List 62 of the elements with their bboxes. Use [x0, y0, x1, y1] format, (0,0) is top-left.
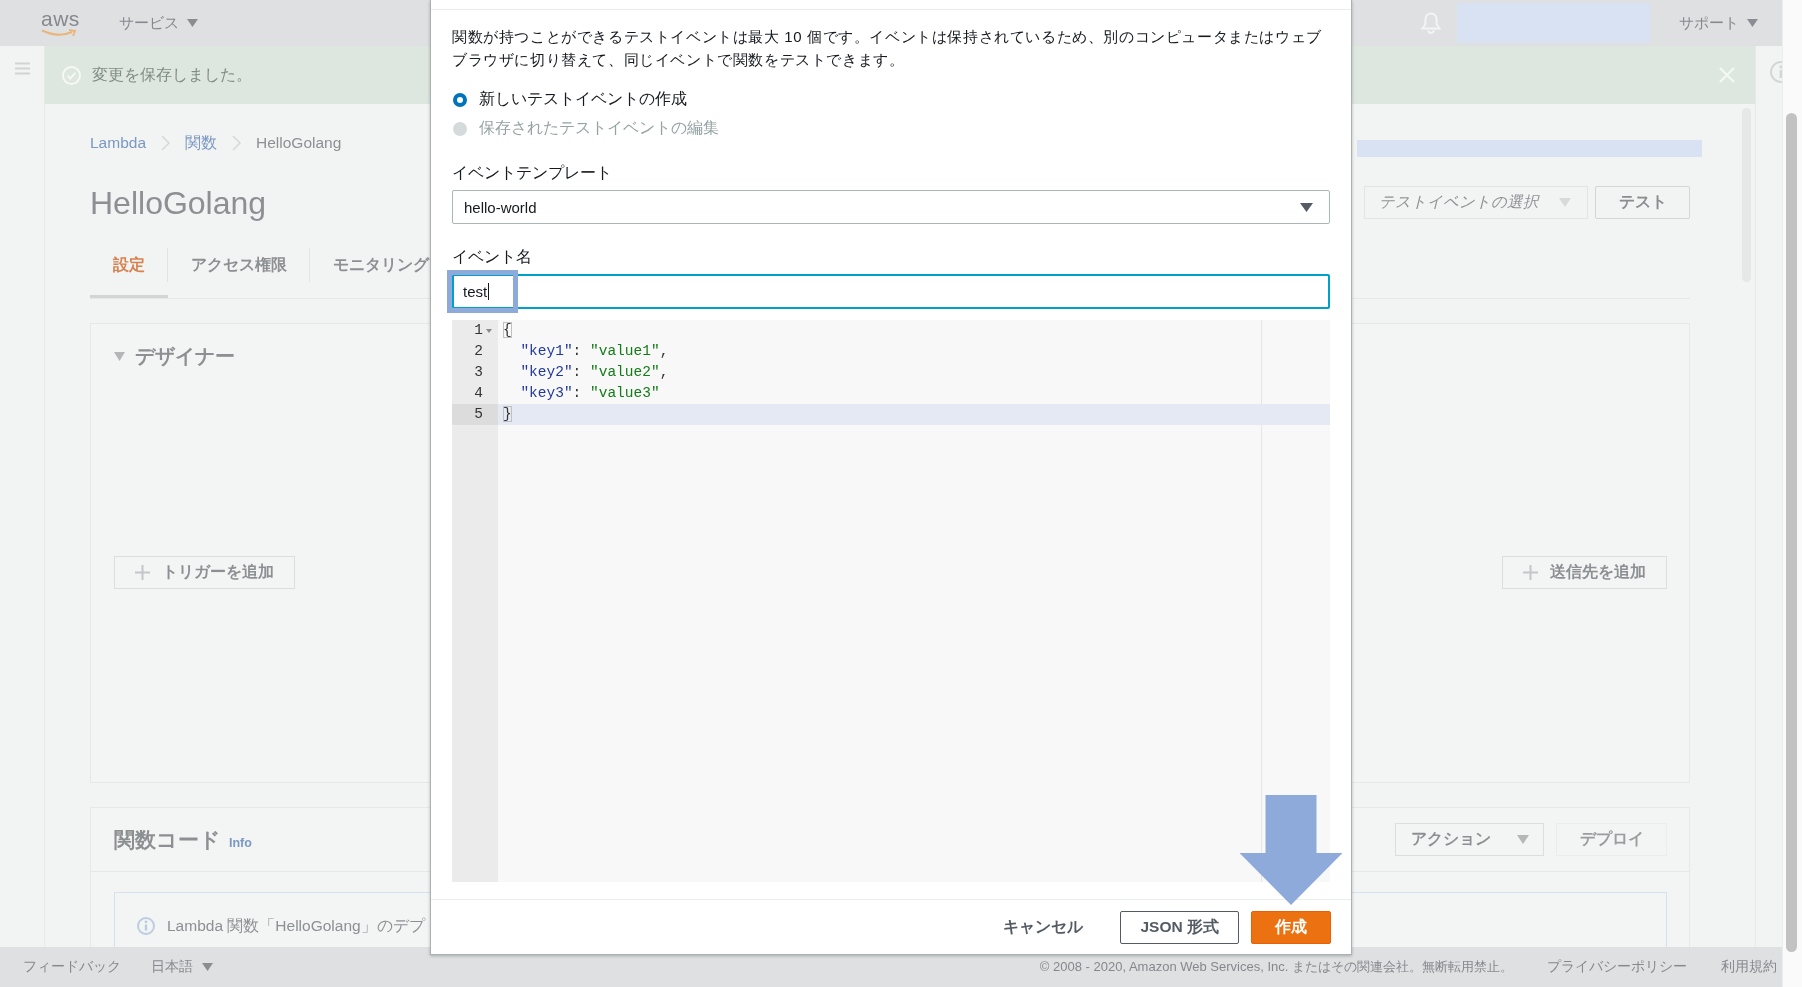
- text-cursor-icon: [488, 283, 490, 300]
- caret-down-icon: [1300, 202, 1313, 212]
- code-line: "key2": "value2",: [520, 363, 669, 382]
- test-button[interactable]: テスト: [1595, 186, 1690, 219]
- info-icon: [137, 917, 155, 935]
- tab[interactable]: モニタリング: [310, 248, 452, 298]
- footer-link[interactable]: プライバシーポリシー: [1547, 958, 1687, 976]
- add-destination-button[interactable]: 送信先を追加: [1502, 556, 1667, 589]
- fold-caret-icon[interactable]: [486, 328, 492, 333]
- radio-button[interactable]: [453, 92, 467, 107]
- plus-icon: [1523, 565, 1538, 580]
- code-line: {: [503, 321, 512, 340]
- caret-down-icon: [1559, 198, 1571, 207]
- caret-down-icon: [1747, 19, 1758, 27]
- cancel-link[interactable]: キャンセル: [1003, 917, 1084, 938]
- breadcrumb-current: HelloGolang: [256, 134, 342, 152]
- caret-down-icon: [186, 19, 198, 27]
- feedback-link[interactable]: フィードバック: [23, 958, 121, 976]
- panel-title: デザイナー: [135, 345, 235, 367]
- test-event-select[interactable]: テストイベントの選択: [1364, 186, 1588, 219]
- line-number: 2: [474, 342, 483, 361]
- line-number: 5: [474, 405, 483, 424]
- page-title: HelloGolang: [90, 184, 268, 223]
- line-number: 1: [474, 321, 483, 340]
- menu-icon[interactable]: [14, 62, 30, 75]
- create-button[interactable]: 作成: [1251, 911, 1331, 944]
- radio-label[interactable]: 新しいテストイベントの作成: [479, 89, 687, 110]
- add-trigger-button[interactable]: トリガーを追加: [114, 556, 295, 589]
- flash-message: 変更を保存しました。: [92, 64, 252, 85]
- info-icon[interactable]: [1770, 61, 1782, 83]
- chevron-right-icon: [232, 135, 241, 151]
- services-menu[interactable]: サービス: [118, 13, 198, 33]
- breadcrumb-link[interactable]: 関数: [185, 132, 217, 154]
- event-name-input[interactable]: test: [452, 274, 1330, 309]
- code-line: "key1": "value1",: [520, 342, 669, 361]
- field-label: イベントテンプレート: [452, 163, 613, 183]
- footer-link[interactable]: 利用規約: [1721, 958, 1777, 976]
- aws-logo[interactable]: aws: [41, 9, 80, 37]
- caret-down-icon: [1516, 835, 1529, 844]
- copyright-text: © 2008 - 2020, Amazon Web Services, Inc. またはその関連会社。無断転用禁止。: [1039, 958, 1513, 976]
- caret-down-icon: [202, 963, 213, 971]
- plus-icon: [135, 565, 150, 580]
- field-label: イベント名: [452, 247, 533, 267]
- notice-text: Lambda 関数「HelloGolang」のデプ: [167, 917, 425, 935]
- json-format-button[interactable]: JSON 形式: [1120, 911, 1239, 944]
- support-menu[interactable]: サポート: [1679, 13, 1758, 33]
- line-number: 3: [474, 363, 483, 382]
- caret-down-icon[interactable]: [114, 351, 125, 361]
- dialog-description: 関数が持つことができるテストイベントは最大 10 個です。イベントは保持されているため、別のコンピュータまたはウェブブラウザに切り替えて、同じイベントで関数をテストできます。: [452, 27, 1323, 70]
- chevron-right-icon: [161, 135, 170, 151]
- editor-content[interactable]: { "key1": "value1", "key2": "value2", "key3": "value3" }: [498, 320, 1330, 882]
- code-line: }: [503, 405, 512, 424]
- language-menu[interactable]: 日本語: [151, 958, 213, 976]
- line-number: 4: [474, 384, 483, 403]
- panel-title: 関数コード: [114, 826, 221, 853]
- actions-button[interactable]: アクション: [1395, 823, 1544, 856]
- scrollbar-thumb[interactable]: [1786, 113, 1797, 952]
- code-line: "key3": "value3": [520, 384, 660, 403]
- tab[interactable]: 設定: [90, 248, 168, 298]
- breadcrumb-link[interactable]: Lambda: [90, 134, 146, 152]
- info-link[interactable]: Info: [229, 835, 252, 850]
- event-template-select[interactable]: hello-world: [452, 190, 1330, 224]
